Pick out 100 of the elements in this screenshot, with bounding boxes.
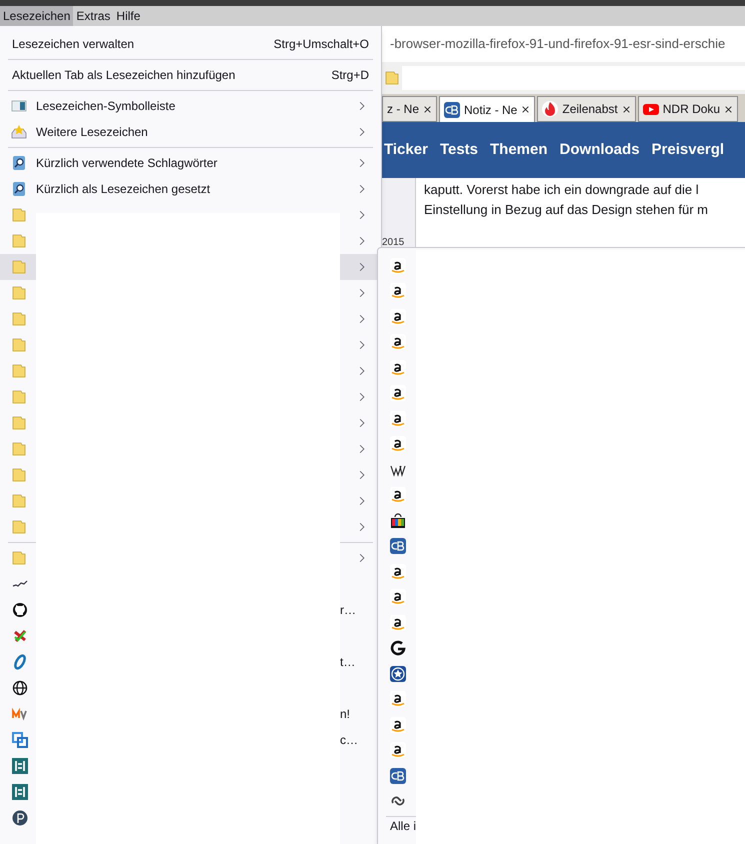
folder-icon bbox=[11, 259, 27, 275]
smile-logo-icon bbox=[390, 742, 406, 758]
chevron-right-icon bbox=[357, 208, 367, 222]
chevron-right-icon bbox=[357, 551, 367, 565]
g-logo-icon bbox=[390, 640, 406, 656]
chevron-right-icon bbox=[357, 234, 367, 248]
bookmark-title: t… bbox=[340, 654, 356, 671]
folder-icon bbox=[11, 207, 27, 223]
folder-icon bbox=[11, 441, 27, 457]
folder-icon bbox=[11, 233, 27, 249]
cb-logo-icon bbox=[444, 102, 460, 118]
cb-logo-icon bbox=[390, 768, 406, 784]
tab-title: Zeilenabst bbox=[562, 101, 618, 118]
smile-logo-icon bbox=[390, 410, 406, 427]
star-tray-icon bbox=[11, 124, 27, 140]
search-folder-icon bbox=[11, 155, 27, 171]
menubar-item[interactable]: Extras bbox=[73, 6, 114, 26]
nav-link[interactable]: Ticker bbox=[384, 138, 428, 162]
play-logo-icon bbox=[642, 101, 659, 117]
folder-icon bbox=[11, 493, 27, 509]
search-folder-icon bbox=[11, 181, 27, 197]
nav-link[interactable]: Tests bbox=[440, 138, 478, 162]
flame-icon bbox=[542, 101, 558, 117]
chevron-right-icon bbox=[357, 364, 367, 378]
bookmark-title: c… bbox=[340, 732, 358, 749]
chevron-right-icon bbox=[357, 286, 367, 300]
tab-title: z - Ne bbox=[387, 101, 420, 118]
nav-link[interactable]: Downloads bbox=[560, 138, 640, 162]
smile-logo-icon bbox=[390, 691, 406, 708]
smile-logo-icon bbox=[390, 564, 406, 580]
smile-logo-icon bbox=[390, 360, 406, 376]
chevron-right-icon bbox=[357, 520, 367, 534]
smile-logo-icon bbox=[390, 716, 406, 733]
chevron-right-icon bbox=[357, 99, 367, 113]
smile-logo-icon bbox=[390, 258, 406, 274]
shortcut-text: Strg+D bbox=[331, 67, 369, 84]
submenu-item[interactable]: Kürzlich als Lesezeichen gesetzt bbox=[0, 176, 381, 202]
menu-item[interactable]: Aktuellen Tab als Lesezeichen hinzufügen Strg+D bbox=[0, 62, 381, 88]
smile-logo-icon bbox=[390, 487, 406, 504]
menu-item[interactable]: Alle i bbox=[390, 819, 416, 833]
folder-icon bbox=[384, 70, 400, 86]
star-circle-icon bbox=[390, 666, 406, 682]
cb-logo-icon bbox=[390, 538, 406, 554]
chevron-right-icon bbox=[357, 312, 367, 326]
nav-link[interactable]: Themen bbox=[490, 138, 548, 162]
chevron-right-icon bbox=[357, 125, 367, 139]
article-text: kaputt. Vorerst habe ich ein downgrade auf die l bbox=[424, 181, 700, 199]
menu-item[interactable]: Lesezeichen verwalten Strg+Umschalt+O bbox=[0, 31, 381, 57]
cat-logo-icon bbox=[12, 602, 28, 618]
ring-icon bbox=[12, 654, 28, 670]
article-text: Einstellung in Bezug auf das Design stehen für m bbox=[424, 201, 708, 219]
h-logo-icon bbox=[12, 758, 28, 774]
checkmark-icon bbox=[12, 628, 28, 644]
folder-icon bbox=[11, 363, 27, 379]
folder-icon bbox=[11, 285, 27, 301]
shortcut-text: Strg+Umschalt+O bbox=[274, 36, 369, 53]
chevron-right-icon bbox=[357, 494, 367, 508]
smile-logo-icon bbox=[390, 589, 406, 606]
browser-tab[interactable]: NDR Doku bbox=[638, 96, 738, 122]
tab-title: NDR Doku bbox=[662, 101, 720, 118]
submenu-item[interactable]: Kürzlich verwendete Schlagwörter bbox=[0, 150, 381, 176]
chevron-right-icon bbox=[357, 390, 367, 404]
smile-logo-icon bbox=[390, 334, 406, 350]
folder-icon bbox=[11, 519, 27, 535]
close-icon bbox=[622, 104, 631, 114]
overlapping-squares-icon bbox=[12, 732, 28, 748]
browser-tab[interactable]: Notiz - Ne bbox=[439, 96, 536, 122]
p-logo-icon bbox=[12, 810, 28, 826]
smile-logo-icon bbox=[390, 614, 406, 631]
chevron-right-icon bbox=[357, 182, 367, 196]
close-icon bbox=[724, 104, 734, 114]
submenu-item[interactable]: Lesezeichen-Symbolleiste bbox=[0, 93, 381, 119]
submenu-item[interactable]: Weitere Lesezeichen bbox=[0, 119, 381, 145]
chevron-right-icon bbox=[357, 442, 367, 456]
nav-link[interactable]: Preisvergl bbox=[652, 138, 724, 162]
browser-tab[interactable]: Zeilenabst bbox=[537, 96, 636, 122]
folder-icon bbox=[11, 415, 27, 431]
smile-logo-icon bbox=[390, 436, 406, 452]
folder-icon bbox=[11, 311, 27, 327]
shopping-bag-icon bbox=[390, 512, 406, 529]
chevron-right-icon bbox=[357, 260, 367, 274]
smile-logo-icon bbox=[390, 308, 406, 325]
h-logo-icon bbox=[12, 784, 28, 800]
folder-icon bbox=[11, 467, 27, 483]
menubar-item[interactable]: Lesezeichen bbox=[0, 6, 74, 26]
chevron-right-icon bbox=[357, 156, 367, 170]
bookmark-title: n! bbox=[340, 706, 350, 723]
browser-tab[interactable]: z - Ne bbox=[382, 96, 438, 122]
mv-logo-icon bbox=[12, 706, 28, 722]
chevron-right-icon bbox=[357, 468, 367, 482]
year-label: 2015 bbox=[382, 238, 404, 248]
smile-logo-icon bbox=[390, 385, 406, 402]
chevron-right-icon bbox=[357, 338, 367, 352]
smile-logo-icon bbox=[390, 283, 406, 300]
chevron-right-icon bbox=[357, 416, 367, 430]
address-text: -browser-mozilla-firefox-91-und-firefox-91-esr-sind-erschie bbox=[390, 35, 726, 54]
folder-icon bbox=[11, 337, 27, 353]
menubar-item[interactable]: Hilfe bbox=[113, 6, 144, 26]
tab-title: Notiz - Ne bbox=[464, 102, 518, 118]
bookmark-title: r… bbox=[340, 602, 356, 619]
